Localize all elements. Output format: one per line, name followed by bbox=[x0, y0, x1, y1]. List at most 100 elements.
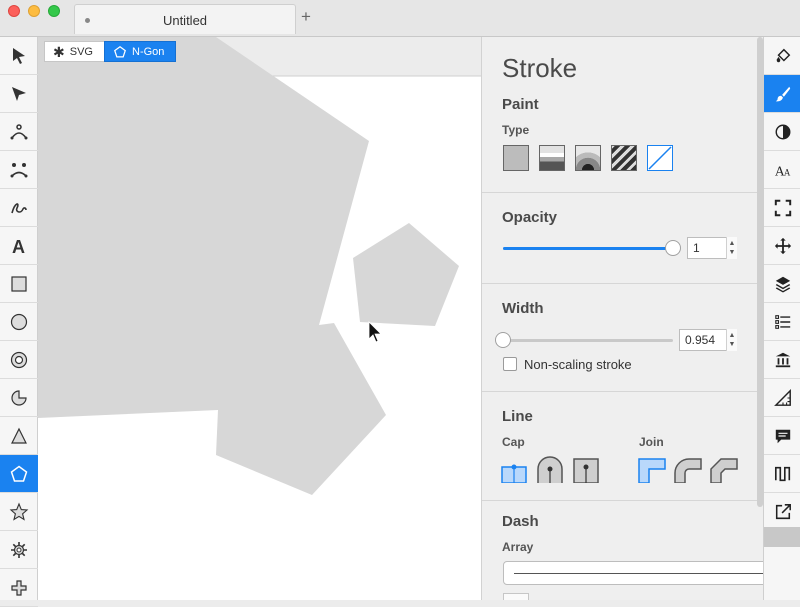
move-icon bbox=[774, 237, 791, 254]
library-icon bbox=[775, 352, 790, 367]
minimize-window-button[interactable] bbox=[28, 5, 40, 17]
cap-options bbox=[501, 456, 599, 484]
triangle-tool[interactable] bbox=[0, 417, 38, 455]
text-tool[interactable]: A bbox=[0, 227, 38, 265]
viewport-panel-button[interactable] bbox=[764, 189, 800, 227]
asterisk-icon: ✱ bbox=[53, 43, 65, 60]
dash-section-title: Dash bbox=[502, 513, 539, 530]
width-slider-track[interactable] bbox=[503, 339, 673, 342]
line-section-title: Line bbox=[502, 408, 533, 425]
gear-tool[interactable] bbox=[0, 531, 38, 569]
text-panel-button[interactable]: AA bbox=[764, 151, 800, 189]
panels-sidebar: AA bbox=[763, 37, 800, 600]
geometry-panel-button[interactable] bbox=[764, 379, 800, 417]
paint-type-none[interactable] bbox=[647, 145, 673, 171]
library-panel-button[interactable] bbox=[764, 341, 800, 379]
triangle-path-icon bbox=[10, 162, 28, 177]
non-scaling-stroke-checkbox[interactable] bbox=[503, 357, 517, 371]
opacity-section-title: Opacity bbox=[502, 209, 558, 226]
triangle-path-tool[interactable] bbox=[0, 151, 38, 189]
star-tool[interactable] bbox=[0, 493, 38, 531]
chevron-up-icon: ▲ bbox=[728, 332, 736, 339]
stroke-panel-button[interactable] bbox=[764, 75, 800, 113]
join-miter-option[interactable] bbox=[638, 458, 666, 483]
rectangle-tool[interactable] bbox=[0, 265, 38, 303]
opacity-value: 1 bbox=[693, 241, 700, 255]
width-slider-thumb[interactable] bbox=[495, 332, 511, 348]
canvas-artwork bbox=[38, 37, 481, 495]
circle-icon bbox=[10, 313, 28, 330]
chevron-down-icon: ▼ bbox=[728, 249, 736, 256]
breadcrumb-svg[interactable]: ✱ SVG bbox=[44, 41, 105, 62]
panel-title: Stroke bbox=[502, 53, 578, 83]
paint-type-label: Type bbox=[502, 123, 530, 137]
cross-tool[interactable] bbox=[0, 569, 38, 607]
square-wave-icon bbox=[774, 466, 790, 481]
brush-icon bbox=[775, 86, 790, 101]
divider bbox=[482, 500, 763, 501]
edit-tool[interactable] bbox=[0, 75, 38, 113]
text-size-icon: AA bbox=[774, 163, 790, 178]
gear-icon bbox=[11, 541, 27, 558]
compositing-panel-button[interactable] bbox=[764, 113, 800, 151]
maximize-window-button[interactable] bbox=[48, 5, 60, 17]
dash-array-field[interactable] bbox=[503, 561, 763, 585]
rectangle-icon bbox=[11, 275, 27, 292]
ring-tool[interactable] bbox=[0, 341, 38, 379]
width-section-title: Width bbox=[502, 300, 544, 317]
transform-panel-button[interactable] bbox=[764, 227, 800, 265]
export-panel-button[interactable] bbox=[764, 493, 800, 531]
layers-panel-button[interactable] bbox=[764, 265, 800, 303]
document-tab[interactable]: Untitled bbox=[74, 4, 296, 34]
close-window-button[interactable] bbox=[8, 5, 20, 17]
text-icon: A bbox=[12, 237, 25, 256]
waveform-panel-button[interactable] bbox=[764, 455, 800, 493]
fill-panel-button[interactable] bbox=[764, 37, 800, 75]
small-pentagon-shape[interactable] bbox=[353, 223, 459, 326]
join-label: Join bbox=[639, 435, 664, 449]
cap-label: Cap bbox=[502, 435, 525, 449]
freehand-icon bbox=[11, 202, 27, 213]
tab-title: Untitled bbox=[162, 13, 208, 28]
ellipse-tool[interactable] bbox=[0, 303, 38, 341]
select-tool[interactable] bbox=[0, 37, 38, 75]
dash-add-button[interactable] bbox=[503, 593, 529, 600]
opacity-slider-fill bbox=[503, 247, 673, 250]
non-scaling-stroke-label: Non-scaling stroke bbox=[524, 357, 632, 372]
comments-panel-button[interactable] bbox=[764, 417, 800, 455]
drawing-canvas[interactable]: ✱ SVG N-Gon bbox=[38, 37, 481, 600]
opacity-stepper[interactable]: ▲ ▼ bbox=[726, 237, 737, 259]
join-round-option[interactable] bbox=[674, 458, 702, 483]
paint-type-linear-gradient[interactable] bbox=[539, 145, 565, 171]
join-bevel-option[interactable] bbox=[710, 458, 738, 483]
cap-round-option[interactable] bbox=[537, 456, 563, 483]
list-panel-button[interactable] bbox=[764, 303, 800, 341]
svg-text:A: A bbox=[783, 167, 790, 177]
freehand-tool[interactable] bbox=[0, 189, 38, 227]
chevron-up-icon: ▲ bbox=[728, 240, 736, 247]
divider bbox=[482, 391, 763, 392]
layers-icon bbox=[775, 276, 790, 293]
width-value: 0.954 bbox=[685, 333, 716, 347]
star-icon bbox=[9, 502, 29, 521]
paint-type-radial-gradient[interactable] bbox=[575, 145, 601, 171]
sidebar-scroll-area bbox=[764, 527, 800, 547]
paint-type-flat[interactable] bbox=[503, 145, 529, 171]
pie-tool[interactable] bbox=[0, 379, 38, 417]
width-stepper[interactable]: ▲ ▼ bbox=[726, 329, 737, 351]
pentagon-icon bbox=[114, 45, 126, 58]
opacity-slider-thumb[interactable] bbox=[665, 240, 681, 256]
large-pentagon-shape[interactable] bbox=[38, 37, 386, 495]
paint-type-pattern[interactable] bbox=[611, 145, 637, 171]
ring-icon bbox=[10, 351, 28, 368]
new-tab-button[interactable]: + bbox=[301, 8, 311, 26]
cap-butt-option[interactable] bbox=[501, 464, 527, 484]
breadcrumb-ngon[interactable]: N-Gon bbox=[104, 41, 176, 62]
pen-tool[interactable] bbox=[0, 113, 38, 151]
triangle-ruler-icon bbox=[773, 388, 791, 406]
ngon-tool[interactable] bbox=[0, 455, 38, 493]
cross-icon bbox=[11, 579, 27, 596]
dash-preview-line bbox=[514, 573, 763, 574]
cap-square-option[interactable] bbox=[573, 458, 599, 483]
chevron-down-icon: ▼ bbox=[728, 341, 736, 348]
